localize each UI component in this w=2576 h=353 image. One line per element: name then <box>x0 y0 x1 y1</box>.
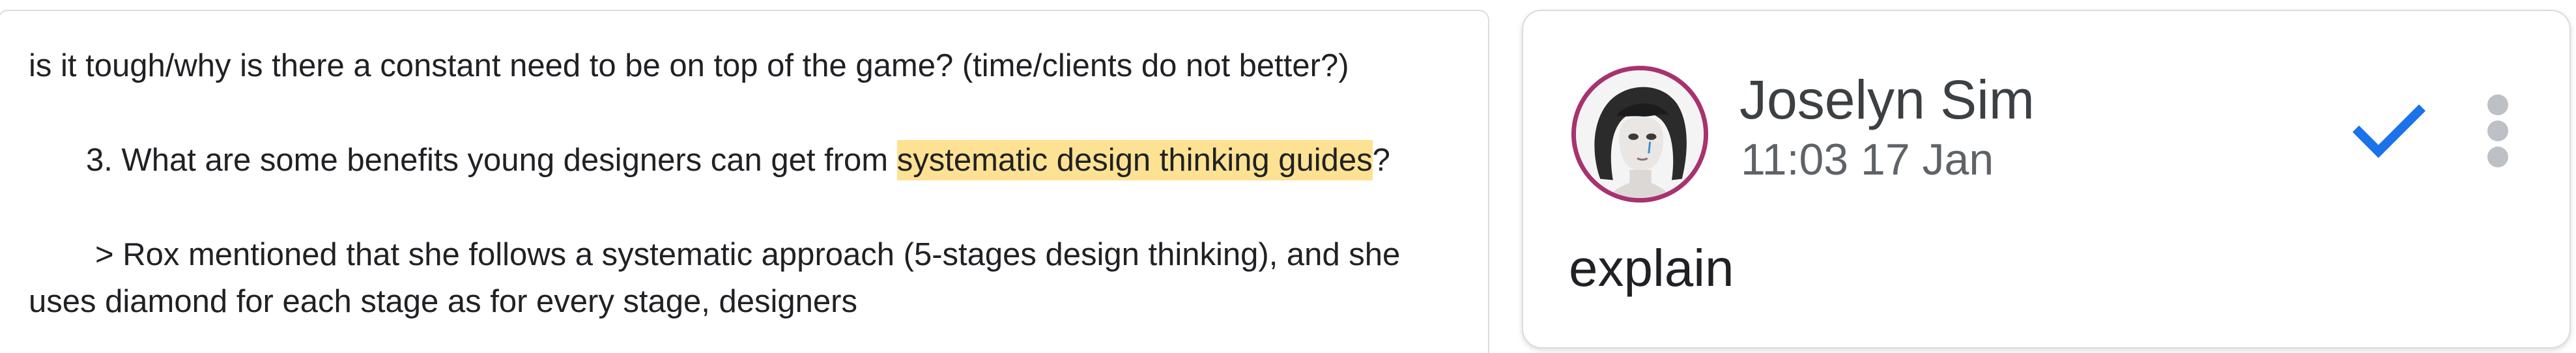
doc-paragraph: is it tough/why is there a constant need… <box>29 48 1349 83</box>
comment-author-name: Joselyn Sim <box>1739 69 2035 130</box>
doc-list-item: 3. What are some benefits young designer… <box>86 137 1390 184</box>
avatar-portrait-icon <box>1576 70 1704 198</box>
commented-text-highlight[interactable]: systematic design thinking guides <box>896 140 1373 180</box>
doc-paragraph: > Rox mentioned that she follows a syste… <box>95 237 1401 272</box>
more-vertical-icon <box>2487 94 2508 167</box>
comment-body-text: explain <box>1569 239 1734 297</box>
doc-text: 3. What are some benefits young designer… <box>86 143 897 178</box>
resolve-comment-button[interactable] <box>2347 88 2431 173</box>
document-page[interactable]: is it tough/why is there a constant need… <box>0 10 1489 353</box>
doc-paragraph: uses diamond for each stage as for every… <box>29 284 857 319</box>
avatar[interactable] <box>1571 66 1708 203</box>
doc-text: ? <box>1372 143 1390 178</box>
comment-timestamp: 11:03 17 Jan <box>1741 135 1994 184</box>
checkmark-icon <box>2352 104 2426 158</box>
more-options-button[interactable] <box>2481 92 2515 170</box>
google-docs-view: is it tough/why is there a constant need… <box>0 0 2576 353</box>
comment-card[interactable]: Joselyn Sim 11:03 17 Jan explain <box>1522 10 2571 348</box>
